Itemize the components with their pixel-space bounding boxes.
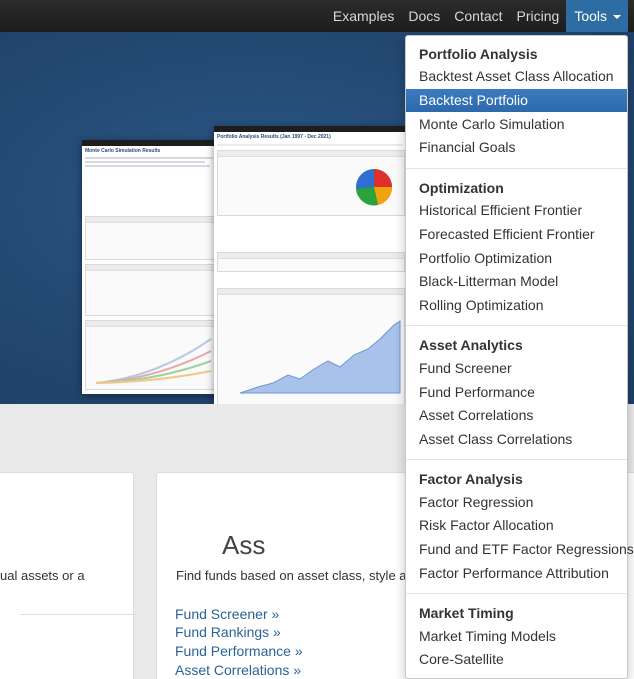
menu-item-historical-efficient-frontier[interactable]: Historical Efficient Frontier [406,199,627,222]
menu-header-portfolio-analysis: Portfolio Analysis [419,46,538,62]
pie-chart-graphic [356,169,393,206]
card-heading: Ass [222,530,266,560]
menu-item-financial-goals[interactable]: Financial Goals [406,136,627,159]
fan-chart-graphic [95,338,212,384]
menu-item-rolling-optimization[interactable]: Rolling Optimization [406,294,627,317]
nav-tools-label: Tools [574,8,607,24]
menu-item-market-timing-models[interactable]: Market Timing Models [406,625,627,648]
menu-item-backtest-asset-class-allocation[interactable]: Backtest Asset Class Allocation [406,65,627,88]
menu-item-asset-class-correlations[interactable]: Asset Class Correlations [406,428,627,451]
card-description: ual assets or a [0,568,85,583]
link-fund-performance[interactable]: Fund Performance » [175,643,303,659]
link-fund-screener[interactable]: Fund Screener » [175,606,279,622]
portfolio-analysis-screenshot: Portfolio Analysis Results (Jan 1997 - D… [214,126,408,404]
text-line [85,157,213,159]
tab-strip [217,144,403,146]
link-asset-correlations[interactable]: Asset Correlations » [175,662,301,678]
nav-link-examples[interactable]: Examples [326,0,401,32]
menu-item-fund-etf-factor-regressions[interactable]: Fund and ETF Factor Regressions [406,538,634,561]
text-line [85,165,210,167]
menu-divider [406,168,627,169]
menu-item-portfolio-optimization[interactable]: Portfolio Optimization [406,247,627,270]
menu-header-market-timing: Market Timing [419,605,514,621]
menu-item-asset-correlations[interactable]: Asset Correlations [406,404,627,427]
nav-link-pricing[interactable]: Pricing [510,0,567,32]
screenshot-panel [85,264,215,316]
nav-links: Examples Docs Contact Pricing Tools [326,0,628,32]
monte-carlo-screenshot: Monte Carlo Simulation Results [82,140,218,394]
nav-link-contact[interactable]: Contact [447,0,509,32]
menu-item-core-satellite[interactable]: Core-Satellite [406,648,627,671]
menu-header-factor-analysis: Factor Analysis [419,471,523,487]
top-navbar: Examples Docs Contact Pricing Tools [0,0,634,32]
screenshot-panel [85,216,215,260]
screenshot-title: Monte Carlo Simulation Results [85,148,161,154]
menu-header-optimization: Optimization [419,180,504,196]
menu-item-risk-factor-allocation[interactable]: Risk Factor Allocation [406,514,627,537]
tools-dropdown-menu: Portfolio Analysis Backtest Asset Class … [405,35,634,679]
menu-item-backtest-portfolio[interactable]: Backtest Portfolio [406,89,627,112]
menu-item-monte-carlo-simulation[interactable]: Monte Carlo Simulation [406,113,627,136]
screenshot-panel [217,150,405,216]
screenshot-title: Portfolio Analysis Results (Jan 1997 - D… [217,134,331,140]
screenshot-panel [217,252,405,272]
card-description: Find funds based on asset class, style a… [176,568,421,583]
link-fund-rankings[interactable]: Fund Rankings » [175,624,281,640]
menu-divider [406,593,627,594]
screenshot-chart-panel [85,320,215,390]
menu-item-factor-performance-attribution[interactable]: Factor Performance Attribution [406,562,627,585]
menu-item-forecasted-efficient-frontier[interactable]: Forecasted Efficient Frontier [406,223,627,246]
menu-header-asset-analytics: Asset Analytics [419,337,523,353]
menu-item-fund-performance[interactable]: Fund Performance [406,381,627,404]
menu-item-factor-regression[interactable]: Factor Regression [406,491,627,514]
menu-item-black-litterman-model[interactable]: Black-Litterman Model [406,270,627,293]
text-line [85,161,205,163]
card-divider [20,614,136,615]
screenshot-chart-panel [217,288,405,404]
menu-divider [406,459,627,460]
growth-chart-graphic [239,320,401,394]
menu-item-fund-screener[interactable]: Fund Screener [406,357,627,380]
caret-down-icon [613,15,621,20]
nav-link-docs[interactable]: Docs [401,0,447,32]
menu-divider [406,325,627,326]
nav-tools-dropdown-toggle[interactable]: Tools [566,0,628,32]
